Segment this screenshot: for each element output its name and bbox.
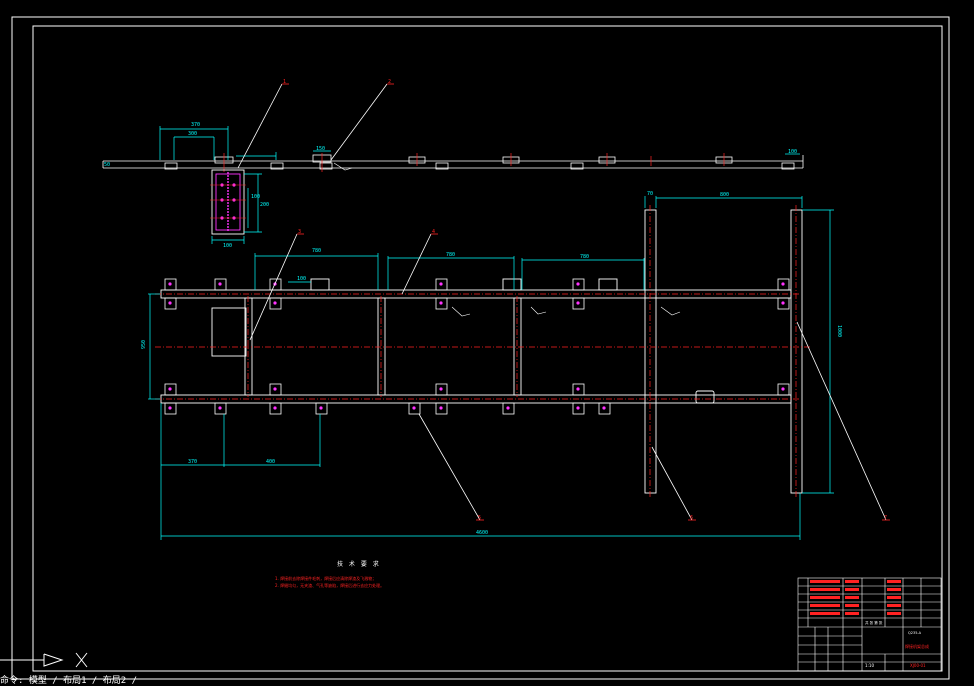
dim-span-1: 780: [312, 248, 321, 254]
dim-col-h1: 100: [251, 194, 260, 200]
title-scale: 1:10: [865, 663, 874, 668]
part-balloons: [282, 83, 890, 521]
dim-top-right: 100: [788, 149, 797, 155]
dim-rail-span: 800: [720, 192, 729, 198]
dim-span-3: 780: [580, 254, 589, 260]
dim-col-w: 100: [223, 243, 232, 249]
cad-drawing-canvas[interactable]: 370 300 150 100 50 100 200 100 780 780 7…: [0, 0, 974, 686]
balloon-4: 4: [432, 229, 435, 235]
plan-dimensions: [148, 196, 834, 540]
top-center-marks: [223, 153, 725, 172]
ucs-icon: [0, 652, 88, 668]
balloon-1: 1: [283, 79, 286, 85]
main-plan-view: [160, 209, 803, 494]
title-sheet: 共 张 第 张: [865, 620, 883, 625]
title-material: Q235-A: [908, 631, 922, 635]
dim-top-width: 370: [191, 122, 200, 128]
rail-lugs: [164, 278, 790, 415]
balloon-3: 3: [298, 229, 301, 235]
sheet-inner-border: [32, 25, 943, 672]
dim-mid-small: 100: [297, 276, 306, 282]
balloon-7: 7: [884, 515, 887, 521]
dim-top-inner: 300: [188, 131, 197, 137]
notes-title: 技 术 要 求: [337, 560, 381, 568]
command-line[interactable]: 命令: 模型 / 布局1 / 布局2 /: [0, 676, 974, 686]
dim-col-h2: 200: [260, 202, 269, 208]
top-dimensions: [159, 126, 800, 160]
title-drawing-name: 焊接机架总成: [905, 643, 929, 649]
column-section: [210, 169, 246, 235]
center-lines: [155, 205, 810, 498]
title-drawing-no: XJ00-01: [910, 663, 926, 668]
dim-frame-height: 950: [141, 340, 147, 349]
dim-top-small: 150: [316, 146, 325, 152]
balloon-6: 6: [690, 515, 693, 521]
dim-left-offset: 50: [104, 162, 110, 168]
dim-right-height: 1000: [836, 325, 842, 337]
dim-rail-width: 70: [647, 191, 653, 197]
top-side-view: [102, 154, 804, 170]
balloon-2: 2: [388, 79, 391, 85]
balloon-5: 5: [478, 515, 481, 521]
dim-bottom-mid: 400: [266, 459, 275, 465]
dim-overall: 4600: [476, 530, 488, 536]
note-1: 1. 焊接前去除焊接件毛刺，焊接后应清除焊渣及飞溅物；: [275, 575, 376, 581]
dim-span-2: 780: [446, 252, 455, 258]
weld-symbols: [333, 162, 681, 317]
dim-bottom-left: 370: [188, 459, 197, 465]
note-2: 2. 焊缝均匀，无夹渣、气孔等缺陷，焊接后进行去应力处理。: [275, 582, 384, 588]
column-dimensions: [211, 173, 262, 244]
